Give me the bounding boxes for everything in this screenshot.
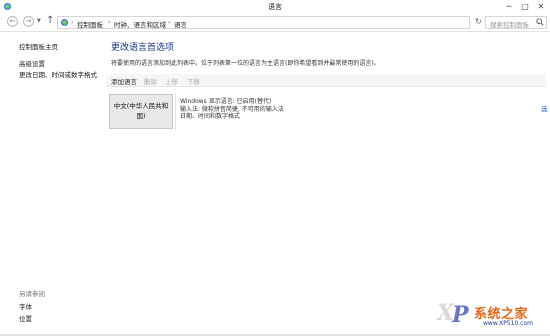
breadcrumb-clock-language-region[interactable]: 时钟、语言和区域 [114,19,166,29]
advanced-settings-link[interactable]: 高级设置 [19,58,45,68]
date-time-format-status: 日期、时间和数字格式 [180,113,241,120]
address-field[interactable]: › 控制面板 › 时钟、语言和区域 › 语言 [57,16,470,29]
language-toolbar: 添加语言 删除 上移 下移 [106,74,546,87]
control-panel-icon [60,18,69,27]
left-pane: 控制面板主页 高级设置 更改日期、时间或数字格式 另请参阅 字体 位置 [0,33,102,336]
fonts-link[interactable]: 字体 [19,301,32,311]
title-bar: 语言 ─ □ ✕ [0,0,550,13]
see-also-heading: 另请参阅 [19,290,45,298]
language-tile[interactable]: 中文(中华人民共和国) [109,94,173,129]
watermark-url: www.XP510.com [483,320,533,327]
language-name: 中文(中华人民共和国) [113,102,169,120]
up-button[interactable]: ↑ [46,15,54,26]
address-bar: ← → ▼ ↑ › 控制面板 › 时钟、语言和区域 › 语言 ↻ 搜索控制面板 [0,13,550,32]
watermark-logo: X P 系统之家 www.XP510.com [437,300,547,333]
forward-button[interactable]: → [23,16,34,27]
breadcrumb-control-panel[interactable]: 控制面板 [77,19,103,29]
close-button[interactable]: ✕ [532,0,550,13]
breadcrumb-language[interactable]: 语言 [174,19,187,29]
recent-locations-dropdown[interactable]: ▼ [37,18,41,24]
search-icon[interactable] [536,18,544,26]
refresh-icon[interactable]: ↻ [475,17,482,26]
options-link[interactable]: 选 [541,103,548,113]
input-method-status: 输入法: 微软拼音简捷, 不可用的输入法 [180,105,284,113]
breadcrumb-separator: › [71,19,74,26]
remove-button[interactable]: 删除 [144,76,157,86]
move-down-button[interactable]: 下移 [187,76,200,86]
language-details: Windows 显示语言: 已启用(替代) 输入法: 微软拼音简捷, 不可用的输… [180,98,284,121]
main-pane: 更改语言首选项 将要使用的语言添加到此列表中。位于列表第一位的语言为主语言(即你… [102,33,550,336]
change-date-format-link[interactable]: 更改日期、时间或数字格式 [19,69,97,79]
breadcrumb-separator[interactable]: › [168,19,170,26]
divider [175,93,176,130]
breadcrumb-separator[interactable]: › [108,19,110,26]
control-panel-home-link[interactable]: 控制面板主页 [19,41,58,51]
back-button[interactable]: ← [7,16,18,27]
display-language-status: Windows 显示语言: 已启用(替代) [180,98,272,105]
page-title: 更改语言首选项 [111,43,175,53]
search-placeholder[interactable]: 搜索控制面板 [490,19,529,29]
location-link[interactable]: 位置 [19,313,32,323]
move-up-button[interactable]: 上移 [165,76,178,86]
search-box[interactable]: 搜索控制面板 [485,16,547,29]
page-description: 将要使用的语言添加到此列表中。位于列表第一位的语言为主语言(即你希望看到并最常使… [111,60,380,67]
watermark-p: P [452,302,469,328]
window-title: 语言 [268,3,282,11]
add-language-button[interactable]: 添加语言 [111,76,137,86]
language-list-item[interactable]: 中文(中华人民共和国) Windows 显示语言: 已启用(替代) 输入法: 微… [107,93,548,131]
